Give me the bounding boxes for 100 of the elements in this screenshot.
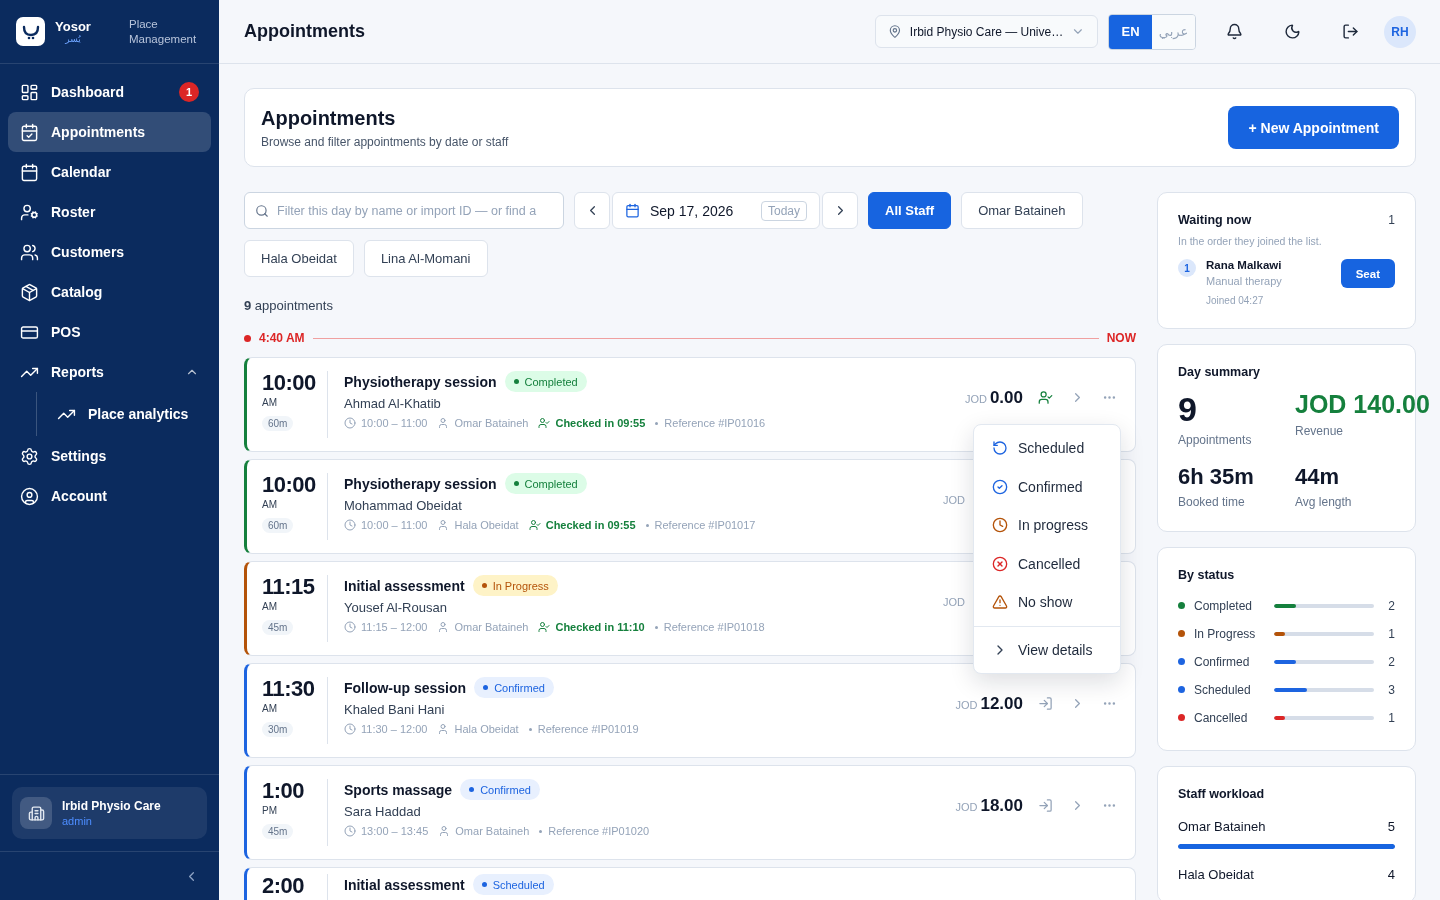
status-count: 1	[1388, 626, 1395, 641]
service-name: Follow-up session	[344, 679, 467, 696]
nav-item[interactable]: Reports	[8, 352, 211, 392]
calendar-check-icon	[20, 122, 39, 142]
nav-item[interactable]: Calendar	[8, 152, 211, 192]
appointment-card[interactable]: 1:00 PM 45m Sports massage Confirmed Sara Haddad 13:00 – 13:45 Omar Bataineh Reference #IP01020 JOD 18.00	[244, 765, 1136, 860]
refresh-icon	[992, 440, 1008, 457]
duration-badge: 60m	[262, 416, 294, 432]
stat-value: 44m	[1295, 465, 1341, 490]
date-field[interactable]: Sep 17, 2026 Today	[612, 192, 820, 229]
appointment-card[interactable]: 11:30 AM 30m Follow-up session Confirmed Khaled Bani Hani 11:30 – 12:00 Hala Obeidat Reference #IP01019 JOD 12.00	[244, 663, 1136, 758]
staff-name: Omar Bataineh	[455, 825, 530, 837]
brand-arabic-name: يُسر	[65, 34, 81, 44]
clock-icon	[344, 825, 356, 837]
nav-item[interactable]: Account	[8, 476, 211, 516]
service-name: Physiotherapy session	[344, 475, 497, 492]
clock-icon	[992, 517, 1008, 534]
status-label: Completed	[1194, 598, 1254, 613]
person-check-icon	[538, 417, 551, 429]
previous-day-button[interactable]	[574, 192, 610, 229]
nav-item[interactable]: Roster	[8, 192, 211, 232]
now-label: NOW	[1106, 331, 1136, 345]
stat-label: Revenue	[1295, 423, 1345, 438]
panel-title: Day summary	[1178, 365, 1261, 379]
start-time: 11:15	[262, 575, 315, 600]
duration-badge: 45m	[262, 824, 294, 840]
nav-item[interactable]: Settings	[8, 436, 211, 476]
staff-filter[interactable]: Hala Obeidat	[244, 240, 354, 277]
nav-item[interactable]: Appointments	[8, 112, 211, 152]
next-day-button[interactable]	[822, 192, 858, 229]
panel-subtitle: In the order they joined the list.	[1178, 235, 1323, 247]
service-name: Initial assessment	[344, 876, 465, 893]
stat-label: Appointments	[1178, 433, 1253, 448]
status-count: 2	[1388, 654, 1395, 669]
building-icon	[27, 804, 45, 822]
staff-filter[interactable]: All Staff	[868, 192, 952, 229]
price: JOD 18.00	[955, 795, 1023, 816]
staff-name: Omar Bataineh	[1178, 818, 1266, 834]
reference-number: Reference #IP01020	[548, 825, 650, 837]
person-icon	[437, 519, 450, 531]
customer-name: Ahmad Al-Khatib	[344, 396, 442, 411]
start-time: 10:00	[262, 473, 316, 498]
nav-item[interactable]: Dashboard 1	[8, 72, 211, 112]
panel-title: By status	[1178, 567, 1236, 582]
place-card[interactable]: Irbid Physio Care admin	[12, 787, 207, 839]
dashboard-icon	[20, 82, 39, 102]
place-select[interactable]: Irbid Physio Care — Unive…	[875, 15, 1098, 48]
staff-filter[interactable]: Lina Al-Momani	[363, 240, 488, 277]
search-field[interactable]: Filter this day by name or import ID — or find a	[244, 192, 564, 229]
menu-item[interactable]: No show	[974, 583, 1120, 622]
reference-number: Reference #IP01019	[537, 723, 639, 735]
stat-label: Avg length	[1295, 494, 1353, 509]
time-period: AM	[262, 499, 277, 511]
menu-item[interactable]: Confirmed	[974, 467, 1120, 506]
staff-count: 4	[1387, 866, 1395, 882]
header-title: Appointments	[261, 106, 397, 130]
clock-icon	[344, 417, 356, 429]
seat-button[interactable]: Seat	[1340, 259, 1395, 288]
new-appointment-button[interactable]: + New Appointment	[1228, 106, 1399, 149]
menu-item[interactable]: In progress	[974, 506, 1120, 545]
staff-name: Hala Obeidat	[1178, 866, 1254, 882]
stat-value: JOD 140.00	[1295, 391, 1430, 419]
status-badge: In Progress	[472, 575, 558, 596]
box-icon	[20, 282, 39, 302]
time-period: PM	[262, 805, 277, 817]
appointment-card[interactable]: 2:00 Initial assessment Scheduled	[244, 867, 1136, 900]
currency: JOD	[943, 493, 965, 506]
reference-number: Reference #IP01018	[663, 621, 765, 633]
nav-subitem[interactable]: Place analytics	[37, 394, 211, 434]
stat-label: Booked time	[1178, 494, 1246, 509]
check-in-time: Checked in 09:55	[545, 519, 636, 531]
nav-item[interactable]: POS	[8, 312, 211, 352]
duration-badge: 45m	[262, 620, 294, 636]
place-name: Irbid Physio Care	[62, 799, 161, 813]
user-avatar[interactable]: RH	[1384, 15, 1416, 48]
time-range: 11:15 – 12:00	[361, 621, 428, 633]
user-gear-icon	[20, 202, 39, 222]
waiting-count: 1	[1388, 213, 1395, 227]
logout-icon	[1341, 23, 1359, 40]
status-badge: Confirmed	[474, 677, 554, 698]
time-period: AM	[262, 601, 277, 613]
nav-item[interactable]: Catalog	[8, 272, 211, 312]
current-time: 4:40 AM	[259, 331, 305, 345]
time-period: AM	[262, 397, 277, 409]
time-range: 11:30 – 12:00	[361, 723, 428, 735]
bell-icon	[1225, 23, 1243, 40]
moon-icon	[1283, 23, 1301, 40]
x-circle-icon	[992, 555, 1008, 572]
language-toggle[interactable]: EN	[1109, 14, 1152, 49]
person-icon	[437, 621, 450, 633]
customer-name: Rana Malkawi	[1206, 259, 1283, 271]
status-count: 2	[1388, 598, 1395, 613]
staff-filter[interactable]: Omar Bataineh	[961, 192, 1083, 229]
nav-item[interactable]: Customers	[8, 232, 211, 272]
staff-name: Omar Bataineh	[454, 417, 529, 429]
price: JOD 12.00	[955, 693, 1023, 714]
start-time: 1:00	[262, 779, 305, 804]
price: JOD 0.00	[964, 387, 1023, 408]
reference-number: Reference #IP01017	[654, 519, 756, 531]
customer-name: Mohammad Obeidat	[344, 498, 463, 513]
